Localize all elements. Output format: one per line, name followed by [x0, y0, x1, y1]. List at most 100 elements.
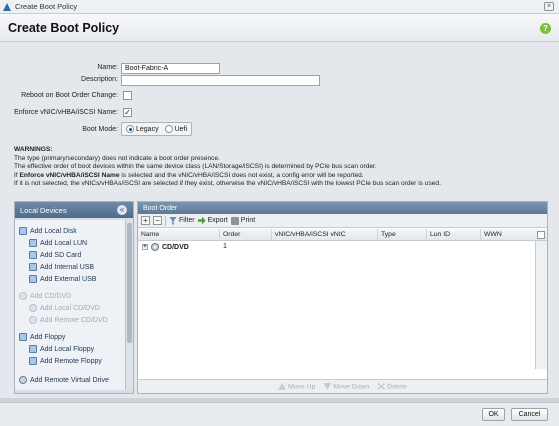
tree-item-label: Add Internal USB [40, 263, 95, 271]
enforce-checkbox[interactable]: ✓ [123, 108, 132, 117]
floppy-icon [29, 345, 37, 353]
column-divider [480, 229, 481, 241]
tree-item[interactable]: Add Local LUN [29, 239, 87, 247]
name-field[interactable] [121, 63, 220, 74]
tree-item-label: Add Remote CD/DVD [40, 316, 108, 324]
local-devices-tree: Add Local Disk Add Local LUN Add SD Card Ad… [15, 220, 127, 390]
expand-icon[interactable]: + [142, 244, 148, 250]
warning-line-3-bold: Enforce vNIC/vHBA/iSCSI Name [19, 171, 120, 179]
boot-mode-label: Boot Mode: [82, 126, 118, 133]
help-icon[interactable]: ? [540, 23, 551, 34]
tree-item[interactable]: Add Remote Floppy [29, 357, 102, 365]
column-divider [219, 229, 220, 241]
boot-mode-legacy[interactable]: Legacy [126, 125, 159, 133]
tree-item-label: Add Remote Floppy [40, 357, 102, 365]
uefi-radio-icon[interactable] [164, 125, 173, 133]
tree-item-label: Add Local Floppy [40, 345, 95, 353]
move-up-label: Move Up [288, 383, 316, 391]
print-button[interactable]: Print [230, 216, 256, 225]
virtual-drive-icon [19, 376, 27, 384]
lun-icon [29, 239, 37, 247]
move-down-label: Move Down [333, 383, 370, 391]
window-titlebar: Create Boot Policy × [0, 0, 559, 14]
tree-item[interactable]: Add External USB [29, 275, 96, 283]
filter-label: Filter [179, 217, 195, 224]
local-devices-title: Local Devices [20, 205, 67, 215]
column-type[interactable]: Type [381, 231, 396, 238]
tree-item[interactable]: Add Internal USB [29, 263, 94, 271]
column-lun-id[interactable]: Lun ID [430, 231, 450, 238]
export-button[interactable]: Export [197, 216, 228, 225]
close-icon[interactable]: × [544, 2, 554, 11]
warning-line-3-suffix: is selected and the vNIC/vHBA/iSCSI does… [119, 171, 364, 179]
tree-item-label: Add CD/DVD [30, 292, 72, 300]
tree-item: Add CD/DVD [19, 292, 71, 300]
boot-order-scrollbar[interactable] [535, 241, 547, 369]
reboot-label: Reboot on Boot Order Change: [21, 92, 118, 99]
print-label: Print [240, 217, 256, 224]
local-devices-header[interactable]: Local Devices « [15, 202, 133, 218]
column-divider [426, 229, 427, 241]
row-name-cell: + CD/DVD [142, 243, 189, 251]
disk-icon [19, 227, 27, 235]
column-name[interactable]: Name [141, 231, 159, 238]
tree-item-label: Add Local CD/DVD [40, 304, 100, 312]
tree-item-label: Add SD Card [40, 251, 82, 259]
warning-line-2: The effective order of boot devices with… [14, 163, 377, 171]
reboot-checkbox[interactable] [123, 91, 132, 100]
boot-order-toolbar: + − Filter Export Print [138, 214, 547, 228]
filter-icon [169, 216, 177, 225]
print-icon [230, 216, 239, 225]
tree-item[interactable]: Add Floppy [19, 333, 65, 341]
column-menu-icon[interactable] [537, 231, 545, 239]
scrollbar-thumb[interactable] [127, 223, 132, 343]
add-row-button[interactable]: + [141, 216, 150, 225]
column-divider [377, 229, 378, 241]
tree-item-label: Add External USB [40, 275, 97, 283]
tree-item[interactable]: Add Remote Virtual Drive [19, 376, 109, 384]
local-devices-scrollbar[interactable] [125, 220, 133, 390]
export-label: Export [207, 217, 228, 224]
column-wwn[interactable]: WWN [484, 231, 502, 238]
tree-item[interactable]: Add Local Disk [19, 227, 77, 235]
filter-button[interactable]: Filter [169, 216, 195, 225]
table-row[interactable]: + CD/DVD 1 [138, 242, 533, 253]
tree-item-label: Add Remote Virtual Drive [30, 376, 109, 384]
tree-item: Add Local CD/DVD [29, 304, 100, 312]
description-field[interactable] [121, 75, 320, 86]
enforce-label: Enforce vNIC/vHBA/iSCSI Name: [14, 109, 118, 116]
remove-row-button[interactable]: − [153, 216, 162, 225]
legacy-radio-icon[interactable] [126, 125, 134, 133]
move-down-button[interactable]: Move Down [323, 382, 370, 391]
legacy-label: Legacy [136, 125, 159, 133]
warning-line-4: If it is not selected, the vNICs/vHBAs/i… [14, 180, 441, 188]
tree-item[interactable]: Add SD Card [29, 251, 81, 259]
name-label: Name: [97, 64, 118, 71]
cd-icon [29, 304, 37, 312]
uefi-label: Uefi [174, 125, 188, 133]
collapse-icon[interactable]: « [117, 205, 127, 215]
warning-line-3: If Enforce vNIC/vHBA/iSCSI Name is selec… [14, 172, 549, 181]
local-devices-panel: Local Devices « Add Local Disk Add Local … [14, 201, 134, 394]
app-logo-icon [3, 2, 12, 11]
move-up-button[interactable]: Move Up [278, 382, 316, 391]
ok-button[interactable]: OK [482, 408, 505, 421]
boot-order-title: Boot Order [143, 204, 178, 212]
description-label: Description: [81, 76, 118, 83]
tree-item[interactable]: Add Local Floppy [29, 345, 94, 353]
row-name: CD/DVD [162, 243, 189, 251]
dialog-header: Create Boot Policy ? [0, 14, 559, 42]
delete-button[interactable]: Delete [377, 382, 407, 390]
warning-line-1: The type (primary/secondary) does not in… [14, 154, 220, 162]
cancel-button[interactable]: Cancel [511, 408, 548, 421]
floppy-icon [29, 357, 37, 365]
boot-mode-uefi[interactable]: Uefi [164, 125, 188, 133]
boot-order-header: Boot Order [138, 202, 547, 214]
column-vnic[interactable]: vNIC/vHBA/iSCSI vNIC [275, 231, 346, 238]
column-order[interactable]: Order [223, 231, 240, 238]
usb-icon [29, 275, 37, 283]
boot-mode-group: Legacy Uefi [121, 122, 193, 136]
row-order: 1 [223, 243, 227, 250]
move-up-icon [278, 382, 287, 390]
export-icon [197, 216, 206, 225]
